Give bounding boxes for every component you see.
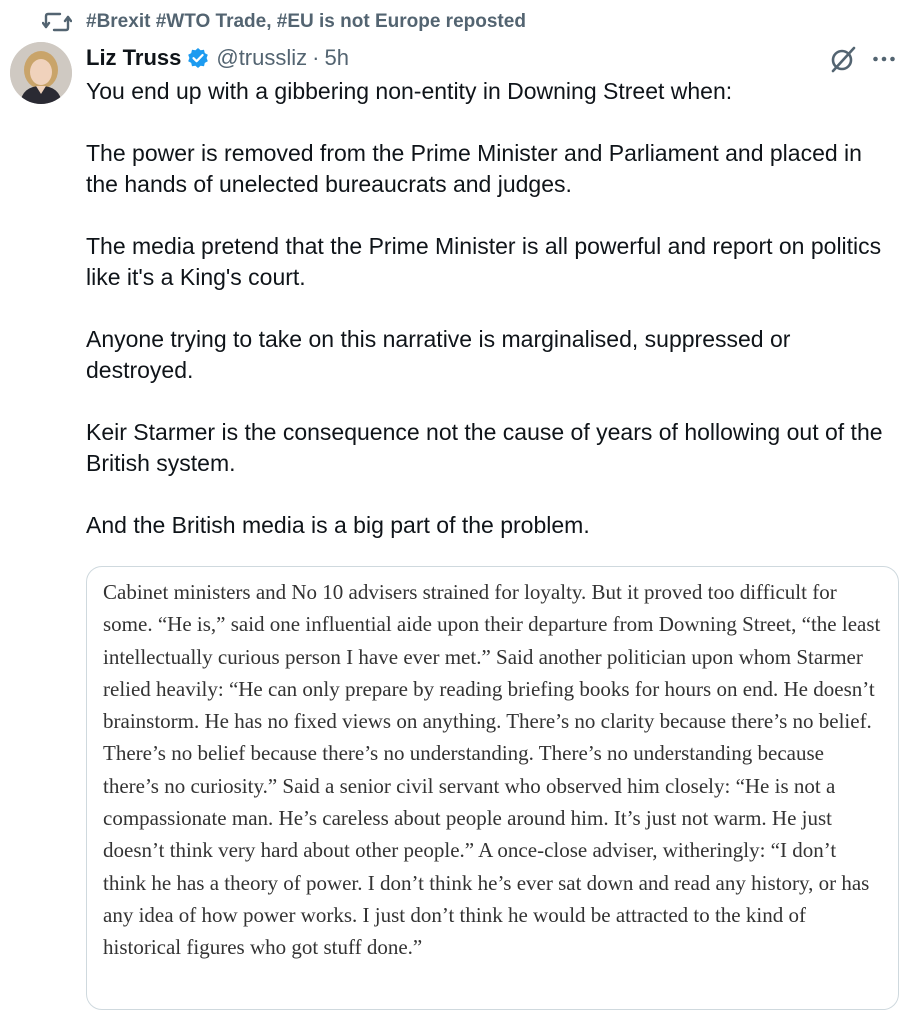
quoted-excerpt-text: Cabinet ministers and No 10 advisers str… — [103, 580, 881, 960]
tweet-paragraph: And the British media is a big part of t… — [86, 512, 590, 538]
more-options-icon[interactable] — [872, 52, 896, 66]
repost-label: #Brexit #WTO Trade, #EU is not Europe re… — [86, 11, 526, 32]
separator-dot: · — [312, 45, 320, 70]
tweet-text: You end up with a gibbering non-entity i… — [86, 76, 898, 541]
repost-indicator[interactable]: #Brexit #WTO Trade, #EU is not Europe re… — [42, 8, 526, 36]
avatar[interactable] — [10, 42, 72, 104]
quoted-image-card[interactable]: Cabinet ministers and No 10 advisers str… — [86, 566, 899, 1010]
tweet-header: Liz Truss @trussliz · 5h — [86, 40, 349, 76]
tweet-paragraph: You end up with a gibbering non-entity i… — [86, 78, 733, 104]
author-name[interactable]: Liz Truss — [86, 45, 181, 71]
tweet-paragraph: Keir Starmer is the consequence not the … — [86, 419, 883, 476]
timestamp[interactable]: 5h — [324, 45, 348, 71]
repost-icon — [42, 12, 72, 32]
tweet-paragraph: The media pretend that the Prime Ministe… — [86, 233, 882, 290]
grok-icon[interactable] — [828, 44, 858, 74]
tweet-paragraph: Anyone trying to take on this narrative … — [86, 326, 791, 383]
tweet-paragraph: The power is removed from the Prime Mini… — [86, 140, 862, 197]
verified-badge-icon — [188, 48, 209, 68]
author-handle[interactable]: @trussliz — [216, 45, 307, 71]
avatar-photo — [10, 42, 72, 104]
